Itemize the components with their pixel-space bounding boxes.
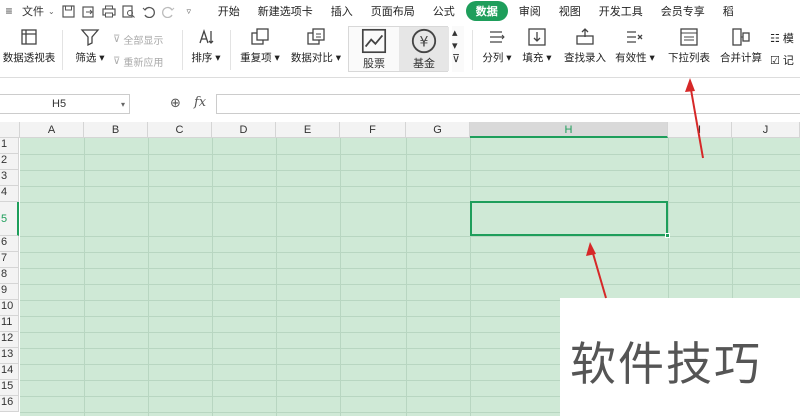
row-header[interactable]: 9 <box>0 284 19 300</box>
column-header[interactable]: C <box>148 122 212 138</box>
column-header[interactable]: D <box>212 122 276 138</box>
data-compare-button[interactable]: 数据对比 ▾ <box>288 22 344 65</box>
row-header[interactable]: 6 <box>0 236 19 252</box>
row-header[interactable]: 12 <box>0 332 19 348</box>
duplicates-icon <box>251 28 269 45</box>
menu-icon[interactable]: ≡ <box>0 4 18 18</box>
redo-icon[interactable] <box>161 3 177 19</box>
dropdown-list-button[interactable]: 下拉列表 <box>664 22 714 65</box>
tab-more[interactable]: 稻 <box>714 1 743 21</box>
simulation-icon: ☷ <box>770 32 780 45</box>
pivot-table-icon <box>21 29 37 45</box>
tab-view[interactable]: 视图 <box>550 1 590 21</box>
lookup-entry-icon <box>576 28 594 45</box>
filter-button[interactable]: 筛选 ▾ <box>68 22 112 65</box>
tab-home[interactable]: 开始 <box>209 1 249 21</box>
row-header[interactable]: 10 <box>0 300 19 316</box>
customize-icon[interactable]: ▿ <box>181 3 197 19</box>
filter-icon <box>80 29 100 47</box>
row-header[interactable]: 7 <box>0 252 19 268</box>
watermark: 软件技巧 <box>560 298 800 416</box>
stock-button[interactable]: 股票 <box>349 27 399 71</box>
print-icon[interactable] <box>101 3 117 19</box>
pivot-table-button[interactable]: 数据透视表 <box>2 22 56 65</box>
print-preview-icon[interactable] <box>121 3 137 19</box>
tab-review[interactable]: 审阅 <box>510 1 550 21</box>
show-all-button[interactable]: ⊽ 全部显示 <box>113 32 163 47</box>
data-compare-icon <box>307 28 325 45</box>
quick-access-toolbar: ▿ <box>61 3 197 19</box>
selected-cell-h5[interactable] <box>470 201 670 238</box>
file-menu[interactable]: 文件 <box>18 3 48 19</box>
dropdown-list-icon <box>680 28 698 46</box>
chevron-down-icon[interactable]: ▾ <box>121 100 125 109</box>
function-icon[interactable]: fx <box>194 95 206 110</box>
name-box[interactable]: H5 ▾ <box>0 94 130 114</box>
row-header[interactable]: 2 <box>0 154 19 170</box>
column-header[interactable]: F <box>340 122 406 138</box>
export-icon[interactable] <box>81 3 97 19</box>
svg-text:¥: ¥ <box>420 35 429 51</box>
split-column-button[interactable]: 分列 ▾ <box>478 22 516 65</box>
split-column-icon <box>490 31 505 43</box>
column-header[interactable]: B <box>84 122 148 138</box>
validity-icon <box>627 31 643 43</box>
tab-new[interactable]: 新建选项卡 <box>249 1 322 21</box>
undo-icon[interactable] <box>141 3 157 19</box>
row-header[interactable]: 8 <box>0 268 19 284</box>
stock-chart-icon <box>361 28 387 54</box>
row-header[interactable]: 3 <box>0 170 19 186</box>
chevron-down-icon[interactable]: ⌄ <box>48 7 55 16</box>
column-header[interactable]: G <box>406 122 470 138</box>
tab-data[interactable]: 数据 <box>465 1 508 21</box>
menu-bar: ≡ 文件 ⌄ ▿ 开始 新建选项卡 插入 页面布局 公式 数据 审阅 视图 开发… <box>0 0 800 22</box>
formula-bar: H5 ▾ ⊕ fx <box>0 90 800 118</box>
tab-formulas[interactable]: 公式 <box>424 1 464 21</box>
row-header[interactable]: 16 <box>0 396 19 412</box>
lookup-entry-button[interactable]: 查找录入 <box>560 22 610 65</box>
merge-calc-button[interactable]: 合并计算 <box>716 22 766 65</box>
row-header-selected[interactable]: 5 <box>0 202 19 236</box>
fill-down-icon <box>528 28 546 46</box>
simulation-button[interactable]: ☷ 模 <box>770 30 794 46</box>
sort-icon <box>199 28 214 44</box>
ribbon: 数据透视表 筛选 ▾ ⊽ 全部显示 ⊽ 重新应用 排序 ▾ 重复项 ▾ 数据对比 ▾… <box>0 22 800 78</box>
duplicates-button[interactable]: 重复项 ▾ <box>236 22 284 65</box>
row-header[interactable]: 14 <box>0 364 19 380</box>
tab-insert[interactable]: 插入 <box>322 1 362 21</box>
column-header[interactable]: I <box>668 122 732 138</box>
gallery-scroll[interactable]: ▴ ▾ ⊽ <box>452 26 464 72</box>
formula-input[interactable] <box>216 94 800 114</box>
fill-button[interactable]: 填充 ▾ <box>518 22 556 65</box>
column-header[interactable]: A <box>20 122 84 138</box>
tab-developer[interactable]: 开发工具 <box>590 1 652 21</box>
fill-handle[interactable] <box>665 233 670 238</box>
show-all-icon: ⊽ <box>113 34 121 45</box>
row-header[interactable]: 4 <box>0 186 19 202</box>
row-header[interactable]: 15 <box>0 380 19 396</box>
zoom-icon[interactable]: ⊕ <box>170 95 181 111</box>
column-header[interactable]: E <box>276 122 340 138</box>
merge-calc-icon <box>732 28 750 46</box>
fund-icon: ¥ <box>411 28 437 54</box>
record-icon: ☑ <box>770 54 780 67</box>
reapply-icon: ⊽ <box>113 56 121 67</box>
fund-button[interactable]: ¥ 基金 <box>399 27 449 71</box>
record-button[interactable]: ☑ 记 <box>770 52 794 68</box>
row-header[interactable]: 11 <box>0 316 19 332</box>
validity-button[interactable]: 有效性 ▾ <box>612 22 658 65</box>
sort-button[interactable]: 排序 ▾ <box>186 22 226 65</box>
data-gallery: 股票 ¥ 基金 <box>348 26 449 72</box>
save-icon[interactable] <box>61 3 77 19</box>
select-all-corner[interactable] <box>0 122 20 138</box>
row-header[interactable]: 1 <box>0 138 19 154</box>
column-header-selected[interactable]: H <box>470 122 668 138</box>
column-header[interactable]: J <box>732 122 800 138</box>
reapply-button[interactable]: ⊽ 重新应用 <box>113 54 163 69</box>
row-header[interactable]: 13 <box>0 348 19 364</box>
tab-page-layout[interactable]: 页面布局 <box>362 1 424 21</box>
tab-member[interactable]: 会员专享 <box>652 1 714 21</box>
